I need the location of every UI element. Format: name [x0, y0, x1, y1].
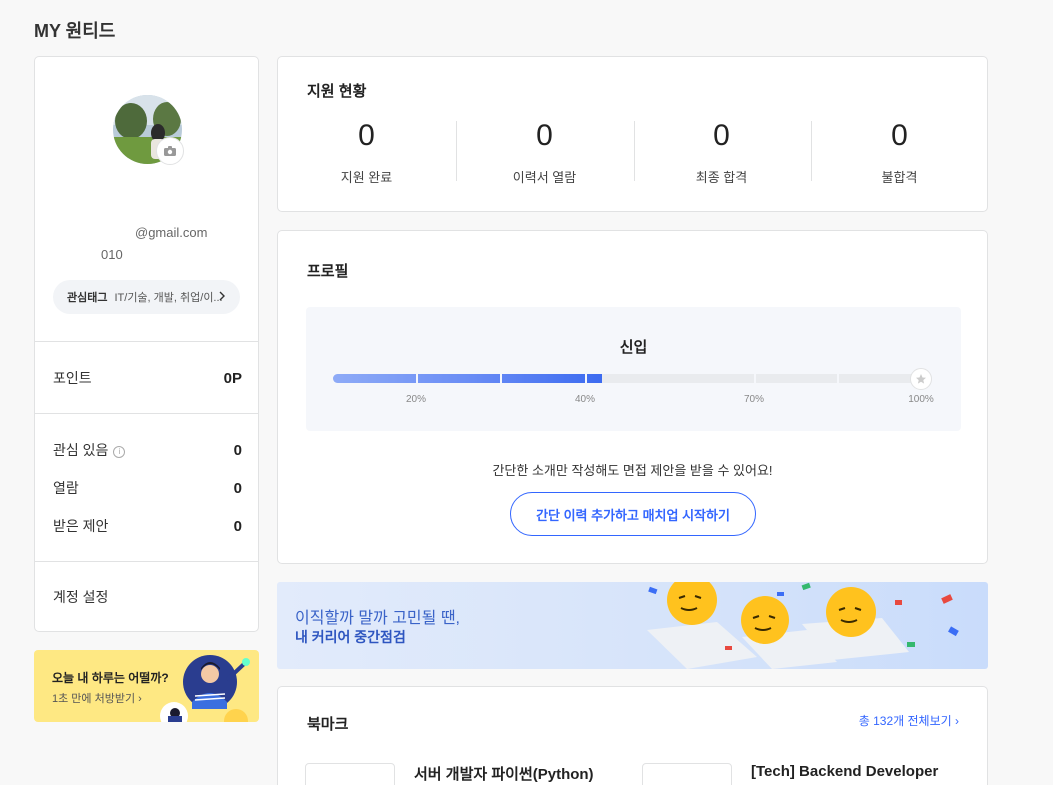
chevron-right-icon: ›: [955, 714, 959, 728]
viewed-label: 열람: [53, 480, 79, 496]
progress-tick: [837, 374, 839, 383]
divider: [35, 341, 258, 342]
viewed-row[interactable]: 열람 0: [53, 478, 242, 498]
viewed-value: 0: [233, 479, 242, 497]
profile-card: @gmail.com 010 관심태그 IT/기술, 개발, 취업/이... 포…: [34, 56, 259, 632]
divider: [35, 561, 258, 562]
change-photo-button[interactable]: [156, 137, 184, 165]
banner-line2: 내 커리어 중간점검: [295, 629, 406, 645]
page-title: MY 원티드: [34, 21, 116, 41]
interested-label: 관심 있음: [53, 442, 109, 458]
matchup-start-button[interactable]: 간단 이력 추가하고 매치업 시작하기: [510, 492, 756, 536]
bookmark-title: 북마크: [307, 716, 349, 733]
profile-title: 프로필: [307, 263, 349, 280]
career-checkup-banner[interactable]: 이직할까 말까 고민될 땐, 내 커리어 중간점검: [277, 582, 988, 669]
progress-tick: [500, 374, 502, 383]
progress-tick: [754, 374, 756, 383]
stat-value: 0: [713, 119, 730, 152]
progress-tick: [416, 374, 418, 383]
stat-value: 0: [536, 119, 553, 152]
status-title: 지원 현황: [307, 83, 367, 100]
banner-title: 오늘 내 하루는 어떨까?: [52, 671, 169, 685]
tick-label: 100%: [908, 394, 934, 405]
tick-label: 70%: [743, 394, 765, 405]
daily-fortune-banner[interactable]: 오늘 내 하루는 어떨까? 1초 만에 처방받기 ›: [34, 650, 259, 722]
divider: [35, 413, 258, 414]
banner-line1: 이직할까 말까 고민될 땐,: [295, 610, 460, 627]
progress-tick: [585, 374, 587, 383]
stat-resume-viewed[interactable]: 0 이력서 열람: [456, 119, 633, 186]
bookmark-view-all-link[interactable]: 총 132개 전체보기 ›: [859, 712, 959, 729]
career-level: 신입: [619, 339, 648, 356]
points-label: 포인트: [53, 370, 92, 386]
star-icon: [916, 374, 926, 384]
progress-fill: [333, 374, 603, 383]
banner-subtitle: 1초 만에 처방받기 ›: [52, 693, 142, 705]
points-row[interactable]: 포인트 0P: [53, 368, 242, 388]
profile-message: 간단한 소개만 작성해도 면접 제안을 받을 수 있어요!: [492, 463, 773, 478]
offers-row[interactable]: 받은 제안 0: [53, 516, 242, 536]
points-value: 0P: [223, 369, 242, 387]
bookmark-thumbnail[interactable]: [642, 763, 732, 785]
info-icon[interactable]: i: [113, 446, 126, 458]
account-settings-link[interactable]: 계정 설정: [53, 587, 242, 607]
phone: 010: [101, 247, 123, 262]
bookmark-card: 북마크 총 132개 전체보기 › 서버 개발자 파이썬(Python) [Te…: [277, 686, 988, 785]
stat-rejected[interactable]: 0 불합격: [811, 119, 988, 186]
bookmark-item-title[interactable]: 서버 개발자 파이썬(Python): [414, 763, 594, 784]
application-status-card: 지원 현황 0 지원 완료 0 이력서 열람 0 최종 합격 0 불합격: [277, 56, 988, 212]
offers-label: 받은 제안: [53, 518, 109, 534]
bookmark-thumbnail[interactable]: [305, 763, 395, 785]
interested-value: 0: [233, 441, 242, 459]
chevron-right-icon: ›: [138, 693, 142, 705]
stat-label: 불합격: [881, 170, 918, 185]
email: @gmail.com: [135, 225, 208, 240]
stat-passed[interactable]: 0 최종 합격: [633, 119, 810, 186]
tick-label: 20%: [405, 394, 427, 405]
chevron-right-icon: [219, 291, 225, 301]
profile-section-card: 프로필 신입 20% 40% 70% 100% 간단한 소개만 작성해도 면접 …: [277, 230, 988, 564]
stat-label: 지원 완료: [340, 170, 393, 185]
tick-label: 40%: [574, 394, 596, 405]
interest-tag-button[interactable]: 관심태그 IT/기술, 개발, 취업/이...: [53, 280, 240, 314]
progress-bar: [333, 374, 931, 383]
bookmark-item-title[interactable]: [Tech] Backend Developer: [751, 763, 938, 780]
stat-label: 이력서 열람: [512, 170, 577, 185]
camera-icon: [164, 146, 176, 156]
interest-tag-value: IT/기술, 개발, 취업/이...: [114, 292, 223, 304]
illustration-icon: [160, 655, 250, 722]
profile-progress: 신입 20% 40% 70% 100%: [306, 307, 961, 431]
interested-row[interactable]: 관심 있음 i 0: [53, 440, 242, 460]
account-settings-label: 계정 설정: [53, 589, 109, 605]
progress-star: [910, 368, 932, 390]
stat-label: 최종 합격: [695, 170, 748, 185]
stat-value: 0: [358, 119, 375, 152]
emoji-characters-icon: [647, 582, 959, 669]
interest-tag-title: 관심태그: [67, 292, 108, 304]
stat-value: 0: [891, 119, 908, 152]
stat-applied[interactable]: 0 지원 완료: [278, 119, 455, 186]
offers-value: 0: [233, 517, 242, 535]
